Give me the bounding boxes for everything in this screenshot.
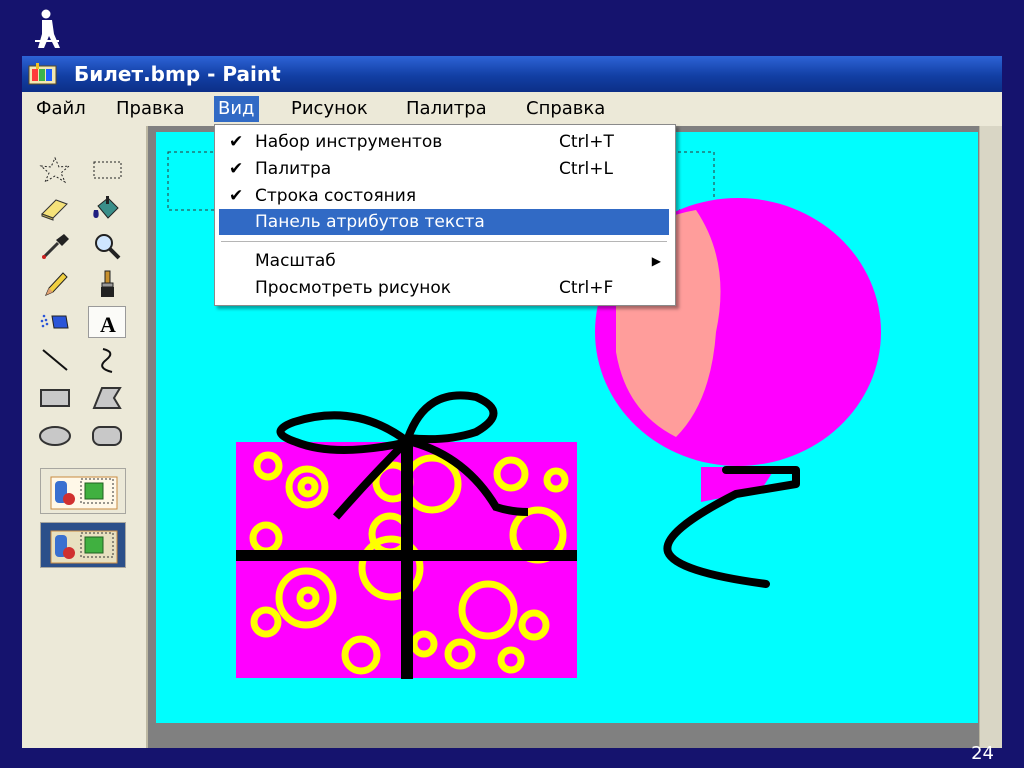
menu-item-view-bitmap[interactable]: Просмотреть рисунок Ctrl+F xyxy=(215,275,675,301)
menu-view[interactable]: Вид xyxy=(214,96,259,122)
svg-text:A: A xyxy=(100,312,116,337)
menu-item-toolbox[interactable]: ✔ Набор инструментов Ctrl+T xyxy=(215,129,675,155)
fill-bucket-icon[interactable] xyxy=(88,192,126,224)
opaque-background-icon[interactable] xyxy=(40,468,126,514)
slide-page-number: 24 xyxy=(971,743,994,764)
checkmark-icon: ✔ xyxy=(229,159,244,179)
ellipse-icon[interactable] xyxy=(36,420,74,452)
menu-separator xyxy=(221,241,667,242)
line-icon[interactable] xyxy=(36,344,74,376)
brush-icon[interactable] xyxy=(88,268,126,300)
paint-window: Билет.bmp - Paint Файл Правка Вид Рисуно… xyxy=(22,56,1002,748)
eraser-icon[interactable] xyxy=(36,192,74,224)
toolbox: A xyxy=(22,126,148,748)
color-picker-icon[interactable] xyxy=(36,230,74,262)
menu-bar: Файл Правка Вид Рисунок Палитра Справка xyxy=(22,92,1002,127)
vertical-scrollbar[interactable] xyxy=(979,126,1002,748)
menu-item-status-bar[interactable]: ✔ Строка состояния xyxy=(215,183,675,209)
checkmark-icon: ✔ xyxy=(229,132,244,152)
paint-app-icon xyxy=(28,63,57,85)
airbrush-icon[interactable] xyxy=(36,306,74,338)
menu-item-text-toolbar[interactable]: Панель атрибутов текста xyxy=(219,209,669,235)
window-title: Билет.bmp - Paint xyxy=(74,62,281,86)
magnifier-icon[interactable] xyxy=(88,230,126,262)
view-menu-dropdown: ✔ Набор инструментов Ctrl+T ✔ Палитра Ct… xyxy=(214,124,676,306)
menu-image[interactable]: Рисунок xyxy=(287,96,372,122)
rounded-rect-icon[interactable] xyxy=(88,420,126,452)
submenu-arrow-icon: ▶ xyxy=(651,254,661,268)
presenter-logo-icon xyxy=(35,9,60,48)
menu-file[interactable]: Файл xyxy=(32,96,90,122)
checkmark-icon: ✔ xyxy=(229,186,244,206)
rect-select-icon[interactable] xyxy=(88,154,126,186)
curve-icon[interactable] xyxy=(88,344,126,376)
pencil-icon[interactable] xyxy=(36,268,74,300)
menu-item-zoom[interactable]: Масштаб ▶ xyxy=(215,248,675,274)
polygon-icon[interactable] xyxy=(88,382,126,414)
gift-box-drawing xyxy=(236,391,577,679)
text-icon[interactable]: A xyxy=(88,306,126,338)
menu-help[interactable]: Справка xyxy=(522,96,609,122)
transparent-background-icon[interactable] xyxy=(40,522,126,568)
free-select-icon[interactable] xyxy=(36,154,74,186)
title-bar: Билет.bmp - Paint xyxy=(22,56,1002,92)
rectangle-icon[interactable] xyxy=(36,382,74,414)
menu-edit[interactable]: Правка xyxy=(112,96,189,122)
menu-item-palette[interactable]: ✔ Палитра Ctrl+L xyxy=(215,156,675,182)
menu-colors[interactable]: Палитра xyxy=(402,96,491,122)
